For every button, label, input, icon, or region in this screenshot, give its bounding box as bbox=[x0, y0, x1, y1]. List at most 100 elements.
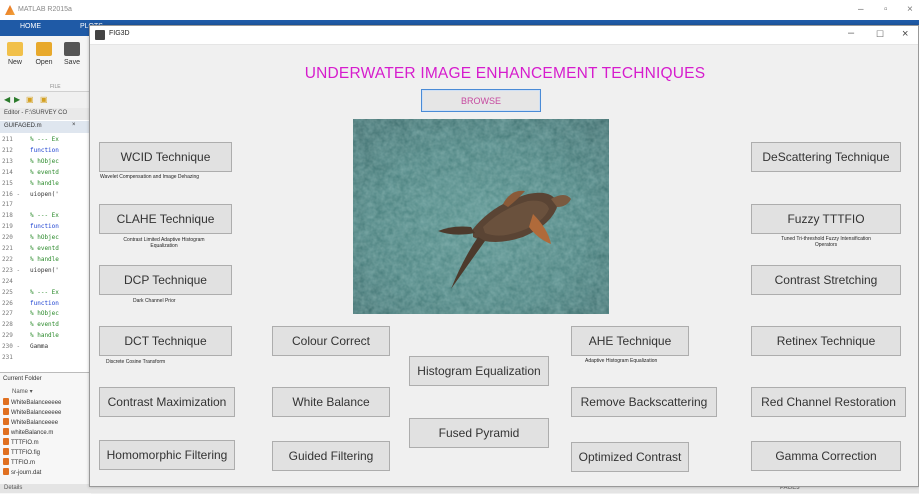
tab-home[interactable]: HOME bbox=[20, 23, 41, 30]
wcid-caption: Wavelet Compensation and Image Dehazing bbox=[100, 174, 200, 180]
code-line-number: 218 bbox=[2, 212, 13, 220]
file-list-item[interactable]: whiteBalance.m bbox=[3, 428, 53, 436]
code-line-text: % eventd bbox=[30, 321, 59, 329]
minimize-icon[interactable]: – bbox=[848, 27, 854, 39]
code-line-text: function bbox=[30, 223, 59, 231]
file-icon bbox=[3, 418, 9, 425]
code-line-text: % hObjec bbox=[30, 310, 59, 318]
code-line-number: 226 bbox=[2, 299, 13, 307]
code-line-text: % handle bbox=[30, 332, 59, 340]
code-line-number: 230 - bbox=[2, 343, 21, 351]
minimize-icon[interactable]: – bbox=[858, 4, 864, 15]
file-name: whiteBalance.m bbox=[11, 430, 54, 436]
code-line-text: % --- Ex bbox=[30, 288, 59, 296]
code-line-number: 227 bbox=[2, 310, 13, 318]
figure-app-icon bbox=[95, 30, 105, 40]
maximize-icon[interactable]: ▫ bbox=[884, 4, 888, 15]
file-list-item[interactable]: TTTFIO.m bbox=[3, 438, 39, 446]
forward-arrow-icon[interactable]: ▶ bbox=[14, 95, 20, 104]
figure-titlebar: FIG3D – ☐ × bbox=[90, 26, 918, 45]
file-group-label: FILE bbox=[50, 84, 61, 90]
fuzzy-caption: Tuned Tri-threshold Fuzzy Intensificatio… bbox=[750, 236, 902, 248]
code-line-number: 229 bbox=[2, 332, 13, 340]
save-button[interactable]: Save bbox=[60, 42, 84, 66]
file-icon bbox=[3, 448, 9, 455]
remove-backscattering-button[interactable]: Remove Backscattering bbox=[571, 387, 717, 417]
matlab-titlebar: MATLAB R2015a – ▫ × bbox=[0, 0, 919, 20]
file-list-item[interactable]: sr-journ.dat bbox=[3, 468, 41, 476]
editor-tab-label: GUIFAGED.m bbox=[4, 123, 42, 129]
dcp-technique-button[interactable]: DCP Technique bbox=[99, 265, 232, 295]
clahe-caption-line2: Equalization bbox=[150, 243, 178, 249]
open-label: Open bbox=[35, 59, 53, 66]
code-line-number: 220 bbox=[2, 234, 13, 242]
guided-filtering-button[interactable]: Guided Filtering bbox=[272, 441, 390, 471]
page-title: UNDERWATER IMAGE ENHANCEMENT TECHNIQUES bbox=[304, 65, 706, 82]
folder-icon[interactable]: ▣ bbox=[26, 95, 34, 104]
code-editor[interactable]: 211 % --- Ex 212 function 213 % hObjec 214 % ev… bbox=[0, 134, 91, 370]
folder-up-icon[interactable]: ▣ bbox=[40, 95, 48, 104]
contrast-maximization-button[interactable]: Contrast Maximization bbox=[99, 387, 235, 417]
fuzzy-tttfio-button[interactable]: Fuzzy TTTFIO bbox=[751, 204, 901, 234]
current-folder-header: Current Folder bbox=[3, 376, 42, 382]
code-line-text: Gamma bbox=[30, 343, 49, 351]
colour-correct-button[interactable]: Colour Correct bbox=[272, 326, 390, 356]
name-column-header[interactable]: Name ▾ bbox=[12, 388, 33, 395]
dct-technique-button[interactable]: DCT Technique bbox=[99, 326, 232, 356]
code-line-text: % eventd bbox=[30, 168, 59, 176]
close-tab-icon[interactable]: × bbox=[72, 122, 76, 128]
new-label: New bbox=[7, 59, 22, 66]
code-line-text: % --- Ex bbox=[30, 136, 59, 143]
file-icon bbox=[3, 458, 9, 465]
open-folder-icon bbox=[36, 42, 52, 56]
file-name: WhiteBalanceeee bbox=[11, 420, 59, 426]
fused-pyramid-button[interactable]: Fused Pyramid bbox=[409, 418, 549, 448]
histogram-equalization-button[interactable]: Histogram Equalization bbox=[409, 356, 549, 386]
file-name: sr-journ.dat bbox=[11, 470, 42, 476]
close-icon[interactable]: × bbox=[907, 4, 913, 15]
contrast-stretching-button[interactable]: Contrast Stretching bbox=[751, 265, 901, 295]
descattering-technique-button[interactable]: DeScattering Technique bbox=[751, 142, 901, 172]
code-line-text: % eventd bbox=[30, 245, 59, 252]
gamma-correction-button[interactable]: Gamma Correction bbox=[751, 441, 901, 471]
editor-tab[interactable]: GUIFAGED.m × bbox=[0, 121, 91, 133]
underwater-turtle-image bbox=[353, 119, 609, 314]
code-line-number: 222 bbox=[2, 255, 13, 263]
code-line-text: % hObjec bbox=[30, 234, 59, 242]
ahe-caption: Adaptive Histogram Equalization bbox=[585, 358, 658, 364]
editor-title: Editor - F:\SURVEY CO bbox=[4, 110, 68, 116]
file-list-item[interactable]: WhiteBalanceeee bbox=[3, 418, 58, 426]
retinex-technique-button[interactable]: Retinex Technique bbox=[751, 326, 901, 356]
file-list-item[interactable]: TTTFIO.fig bbox=[3, 448, 40, 456]
white-balance-button[interactable]: White Balance bbox=[272, 387, 390, 417]
clahe-technique-button[interactable]: CLAHE Technique bbox=[99, 204, 232, 234]
ahe-technique-button[interactable]: AHE Technique bbox=[571, 326, 689, 356]
file-icon bbox=[3, 398, 9, 405]
maximize-icon[interactable]: ☐ bbox=[876, 29, 884, 40]
browse-button[interactable]: BROWSE bbox=[421, 89, 541, 112]
code-line-text: % handle bbox=[30, 179, 59, 187]
new-button[interactable]: New bbox=[3, 42, 27, 66]
code-line-number: 228 bbox=[2, 321, 13, 329]
file-list-item[interactable]: TTFIO.m bbox=[3, 458, 35, 466]
code-line-text: uiopen(' bbox=[30, 190, 59, 198]
wcid-technique-button[interactable]: WCID Technique bbox=[99, 142, 232, 172]
code-line-text: % hObjec bbox=[30, 157, 59, 165]
code-line-number: 217 bbox=[2, 201, 13, 209]
file-list-item[interactable]: WhiteBalanceeeee bbox=[3, 398, 61, 406]
save-icon bbox=[64, 42, 80, 56]
matlab-title: MATLAB R2015a bbox=[18, 6, 72, 13]
optimized-contrast-button[interactable]: Optimized Contrast bbox=[571, 442, 689, 472]
new-file-icon bbox=[7, 42, 23, 56]
homomorphic-filtering-button[interactable]: Homomorphic Filtering bbox=[99, 440, 235, 470]
file-list-item[interactable]: WhiteBalanceeeee bbox=[3, 408, 61, 416]
open-button[interactable]: Open bbox=[32, 42, 56, 66]
file-name: TTTFIO.m bbox=[11, 440, 39, 446]
file-name: TTFIO.m bbox=[11, 460, 35, 466]
code-line-number: 219 bbox=[2, 223, 13, 231]
close-icon[interactable]: × bbox=[902, 28, 908, 40]
back-arrow-icon[interactable]: ◀ bbox=[4, 95, 10, 104]
code-line-text: % --- Ex bbox=[30, 212, 59, 220]
code-line-text: uiopen(' bbox=[30, 266, 59, 274]
red-channel-restoration-button[interactable]: Red Channel Restoration bbox=[751, 387, 906, 417]
